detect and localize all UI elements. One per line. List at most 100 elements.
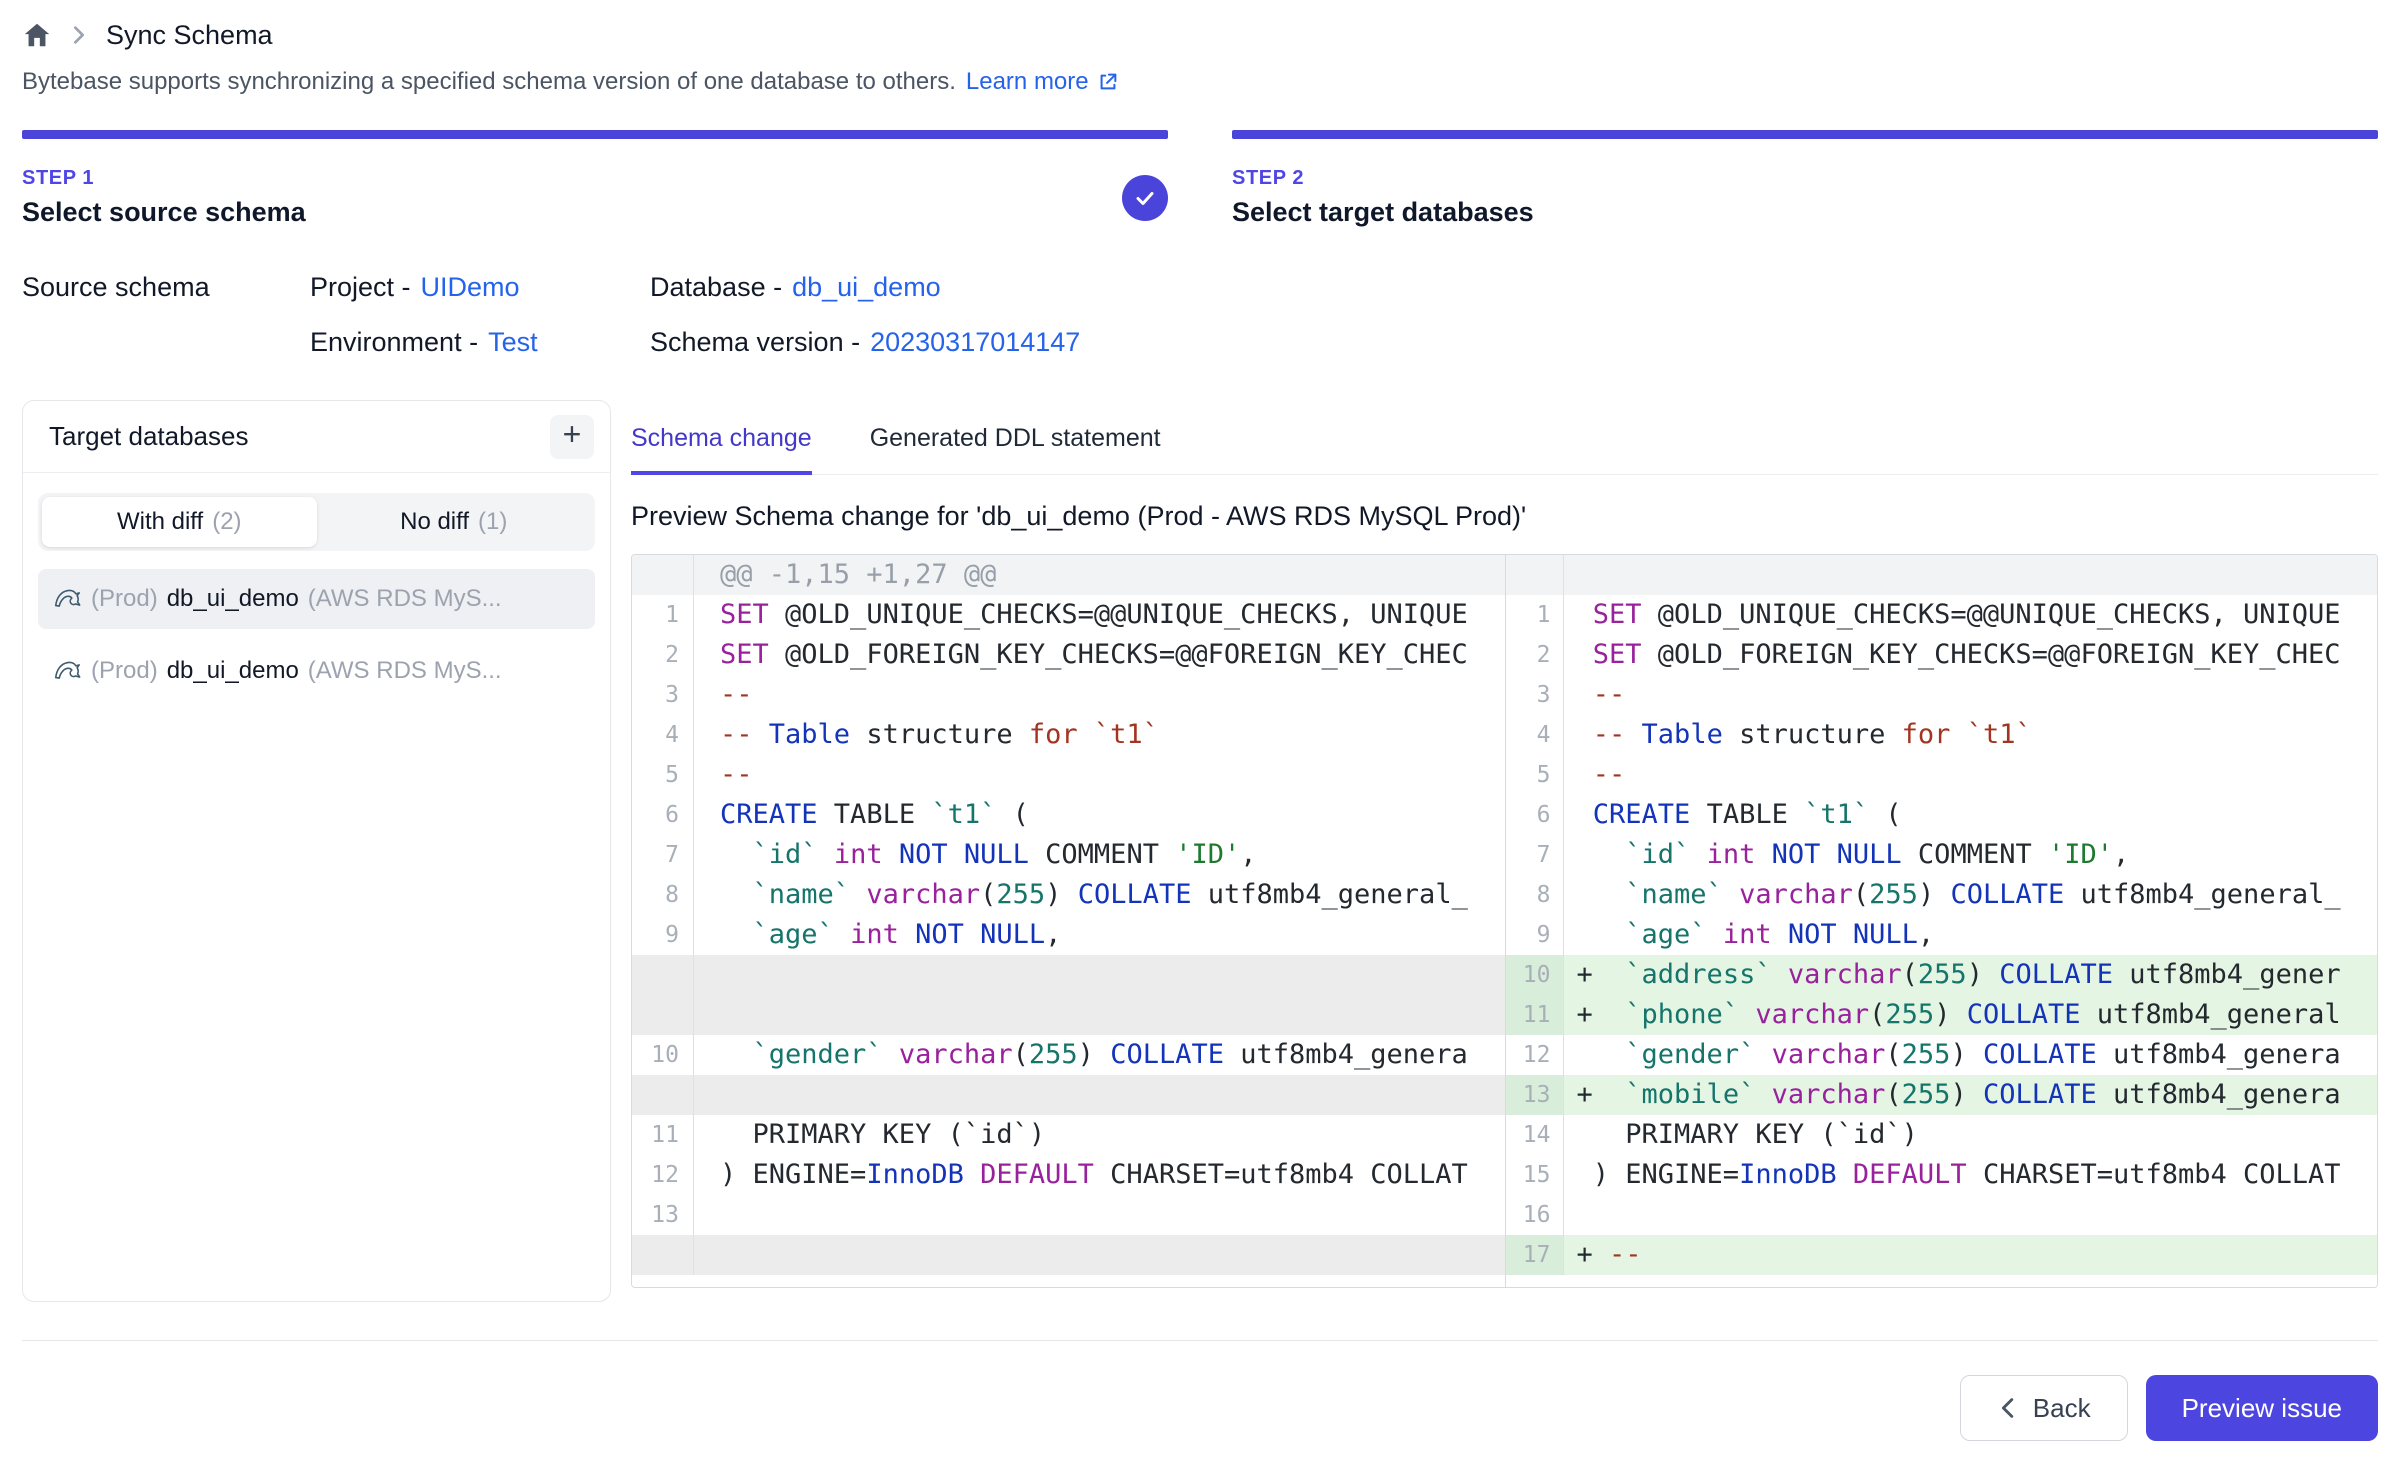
environment-link[interactable]: Test bbox=[488, 327, 538, 358]
breadcrumb: Sync Schema bbox=[22, 14, 2378, 56]
diff-filter-tab-no-diff[interactable]: No diff(1) bbox=[317, 497, 592, 547]
external-link-icon bbox=[1097, 71, 1119, 93]
project-link[interactable]: UIDemo bbox=[421, 272, 520, 303]
diff-code-row: 1 SET @OLD_UNIQUE_CHECKS=@@UNIQUE_CHECKS… bbox=[1506, 595, 2378, 635]
diff-added-row: 13+ `mobile` varchar(255) COLLATE utf8mb… bbox=[1506, 1075, 2378, 1115]
tab-label: With diff bbox=[117, 508, 203, 536]
target-database-item[interactable]: (Prod)db_ui_demo(AWS RDS MyS... bbox=[38, 569, 595, 629]
schema-diff: @@ -1,15 +1,27 @@1SET @OLD_UNIQUE_CHECKS… bbox=[631, 554, 2378, 1288]
step2-progress-bar bbox=[1232, 130, 2378, 139]
add-target-database-button[interactable]: + bbox=[550, 415, 594, 459]
page-title: Sync Schema bbox=[106, 20, 273, 51]
code-line: PRIMARY KEY (`id`) bbox=[1564, 1115, 2378, 1155]
line-number bbox=[632, 1235, 694, 1275]
line-number: 4 bbox=[632, 715, 694, 755]
step1-progress-bar bbox=[22, 130, 1168, 139]
diff-code-row: 3 -- bbox=[1506, 675, 2378, 715]
diff-hunk-header bbox=[1506, 555, 2378, 595]
code-line: -- bbox=[694, 755, 1505, 795]
tab-generated-ddl-statement[interactable]: Generated DDL statement bbox=[870, 424, 1161, 475]
line-number: 1 bbox=[632, 595, 694, 635]
diff-code-row: 2 SET @OLD_FOREIGN_KEY_CHECKS=@@FOREIGN_… bbox=[1506, 635, 2378, 675]
mysql-icon bbox=[52, 656, 82, 686]
diff-hunk-header: @@ -1,15 +1,27 @@ bbox=[632, 555, 1505, 595]
diff-marker bbox=[1577, 679, 1593, 710]
code-line: PRIMARY KEY (`id`) bbox=[694, 1115, 1505, 1155]
line-number: 3 bbox=[1506, 675, 1564, 715]
diff-code-row: 14 PRIMARY KEY (`id`) bbox=[1506, 1115, 2378, 1155]
diff-code-row: 13 bbox=[632, 1195, 1505, 1235]
line-number: 12 bbox=[632, 1155, 694, 1195]
diff-code-row: 15 ) ENGINE=InnoDB DEFAULT CHARSET=utf8m… bbox=[1506, 1155, 2378, 1195]
step1-eyebrow: STEP 1 bbox=[22, 167, 306, 190]
diff-code-row: 4-- Table structure for `t1` bbox=[632, 715, 1505, 755]
code-line: + `address` varchar(255) COLLATE utf8mb4… bbox=[1564, 955, 2378, 995]
home-icon[interactable] bbox=[22, 20, 52, 50]
line-number: 6 bbox=[1506, 795, 1564, 835]
diff-code-row: 8 `name` varchar(255) COLLATE utf8mb4_ge… bbox=[1506, 875, 2378, 915]
diff-marker: + bbox=[1577, 1079, 1593, 1110]
sync-schema-page: Sync Schema Bytebase supports synchroniz… bbox=[0, 0, 2396, 1480]
preview-issue-button[interactable]: Preview issue bbox=[2146, 1375, 2378, 1441]
diff-marker: + bbox=[1577, 959, 1593, 990]
diff-code-row: 9 `age` int NOT NULL, bbox=[1506, 915, 2378, 955]
diff-marker: + bbox=[1577, 999, 1593, 1030]
tab-label: No diff bbox=[400, 508, 469, 536]
code-line: ) ENGINE=InnoDB DEFAULT CHARSET=utf8mb4 … bbox=[694, 1155, 1505, 1195]
diff-marker bbox=[1577, 719, 1593, 750]
project-field: Project - UIDemo bbox=[310, 272, 650, 303]
diff-marker bbox=[1577, 1199, 1593, 1230]
diff-code-row: 5-- bbox=[632, 755, 1505, 795]
line-number: 2 bbox=[1506, 635, 1564, 675]
step2-eyebrow: STEP 2 bbox=[1232, 167, 1534, 190]
code-line: `age` int NOT NULL, bbox=[694, 915, 1505, 955]
code-line: `id` int NOT NULL COMMENT 'ID', bbox=[694, 835, 1505, 875]
back-button[interactable]: Back bbox=[1960, 1375, 2128, 1441]
line-number: 9 bbox=[632, 915, 694, 955]
preview-tabs: Schema change Generated DDL statement bbox=[631, 400, 2378, 475]
environment-tag: (Prod) bbox=[91, 657, 158, 685]
code-line: CREATE TABLE `t1` ( bbox=[1564, 795, 2378, 835]
database-name: db_ui_demo bbox=[167, 585, 299, 613]
diff-filter-tab-with-diff[interactable]: With diff(2) bbox=[42, 497, 317, 547]
code-line bbox=[694, 1235, 1505, 1275]
diff-filter-tabs: With diff(2)No diff(1) bbox=[38, 493, 595, 551]
intro-text: Bytebase supports synchronizing a specif… bbox=[22, 68, 956, 96]
diff-code-row: 6CREATE TABLE `t1` ( bbox=[632, 795, 1505, 835]
footer-divider bbox=[22, 1340, 2378, 1341]
database-name: db_ui_demo bbox=[167, 657, 299, 685]
diff-code-row: 11 PRIMARY KEY (`id`) bbox=[632, 1115, 1505, 1155]
step1-label: Select source schema bbox=[22, 197, 306, 228]
line-number: 16 bbox=[1506, 1195, 1564, 1235]
source-schema-label: Source schema bbox=[22, 272, 310, 303]
line-number: 11 bbox=[632, 1115, 694, 1155]
database-field: Database - db_ui_demo bbox=[650, 272, 2378, 303]
diff-added-row: 10+ `address` varchar(255) COLLATE utf8m… bbox=[1506, 955, 2378, 995]
preview-title: Preview Schema change for 'db_ui_demo (P… bbox=[631, 501, 2378, 532]
step-complete-check-icon bbox=[1122, 175, 1168, 221]
code-line: `age` int NOT NULL, bbox=[1564, 915, 2378, 955]
code-line: CREATE TABLE `t1` ( bbox=[694, 795, 1505, 835]
code-line: `name` varchar(255) COLLATE utf8mb4_gene… bbox=[1564, 875, 2378, 915]
target-databases-title: Target databases bbox=[49, 421, 248, 452]
target-database-list: (Prod)db_ui_demo(AWS RDS MyS...(Prod)db_… bbox=[38, 569, 595, 701]
learn-more-link[interactable]: Learn more bbox=[966, 68, 1119, 96]
code-line: `gender` varchar(255) COLLATE utf8mb4_ge… bbox=[694, 1035, 1505, 1075]
line-number: 10 bbox=[632, 1035, 694, 1075]
code-line: ) ENGINE=InnoDB DEFAULT CHARSET=utf8mb4 … bbox=[1564, 1155, 2378, 1195]
schema-preview-pane: Schema change Generated DDL statement Pre… bbox=[631, 400, 2378, 1302]
line-number: 14 bbox=[1506, 1115, 1564, 1155]
target-database-item[interactable]: (Prod)db_ui_demo(AWS RDS MyS... bbox=[38, 641, 595, 701]
line-number bbox=[632, 1075, 694, 1115]
tab-schema-change[interactable]: Schema change bbox=[631, 424, 812, 475]
database-link[interactable]: db_ui_demo bbox=[792, 272, 941, 303]
code-line: + `mobile` varchar(255) COLLATE utf8mb4_… bbox=[1564, 1075, 2378, 1115]
diff-spacer-row bbox=[632, 995, 1505, 1035]
schema-version-link[interactable]: 20230317014147 bbox=[870, 327, 1080, 358]
diff-code-row: 12) ENGINE=InnoDB DEFAULT CHARSET=utf8mb… bbox=[632, 1155, 1505, 1195]
diff-code-row: 3-- bbox=[632, 675, 1505, 715]
line-number: 7 bbox=[1506, 835, 1564, 875]
instance-suffix: (AWS RDS MyS... bbox=[308, 585, 502, 613]
environment-field: Environment - Test bbox=[310, 327, 650, 358]
code-line: -- bbox=[1564, 675, 2378, 715]
